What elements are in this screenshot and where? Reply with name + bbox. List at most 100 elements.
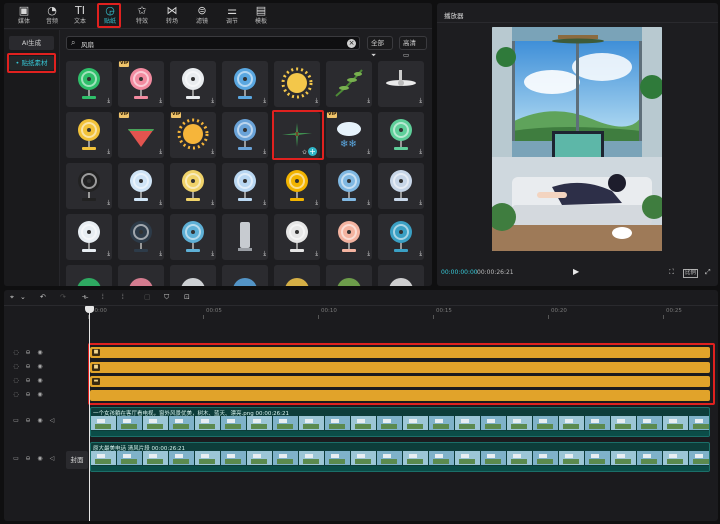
download-icon[interactable]: ⤓ — [419, 97, 422, 105]
eye-icon[interactable]: ◉ — [34, 455, 46, 462]
play-button[interactable]: ▶ — [573, 267, 579, 276]
download-icon[interactable]: ⤓ — [315, 97, 318, 105]
sticker-item-fan-desk[interactable]: ⤓ — [170, 214, 216, 260]
download-icon[interactable]: ⤓ — [367, 199, 370, 207]
download-icon[interactable]: ⤓ — [159, 148, 162, 156]
sticker-item-fan-black[interactable]: ⤓ — [66, 163, 112, 209]
sticker-item-partial-6[interactable] — [326, 265, 372, 286]
sticker-clip-1[interactable]: ■ — [90, 347, 710, 358]
tab-sticker[interactable]: ◶ 贴纸 — [96, 4, 124, 28]
fit-screen-icon[interactable]: ⛶ — [669, 268, 674, 277]
sticker-item-fan-blue[interactable]: ⤓ — [222, 61, 268, 107]
sticker-item-fan-retro[interactable]: ⤓ — [326, 214, 372, 260]
filter-hd-button[interactable]: 高清 ▭ — [399, 36, 427, 59]
video-clip-2[interactable]: 原大最美电话 清风片段 00:00:26:21 — [90, 442, 710, 472]
download-icon[interactable]: ⤓ — [263, 250, 266, 258]
sticker-item-tower-fan[interactable]: ⤓ — [222, 214, 268, 260]
split-left-icon[interactable]: ⦙ — [102, 293, 104, 302]
lock-icon[interactable]: ⊖ — [22, 377, 34, 384]
tab-template[interactable]: ▤ 模板 — [247, 4, 275, 28]
download-icon[interactable]: ⤓ — [211, 250, 214, 258]
sticker-item-fan-tall[interactable]: ⤓ — [378, 214, 424, 260]
ratio-button[interactable]: 比例 — [683, 269, 699, 278]
sticker-item-stars[interactable]: ⤓ — [170, 163, 216, 209]
download-icon[interactable]: ⤓ — [107, 250, 110, 258]
cover-button[interactable]: 封面 — [66, 451, 88, 469]
download-icon[interactable]: ⤓ — [367, 97, 370, 105]
sticker-item-leaves[interactable]: ⤓ — [326, 61, 372, 107]
filter-all-button[interactable]: 全部 ⏷ — [367, 36, 393, 59]
favorite-icon[interactable]: ✩ — [302, 149, 307, 156]
sticker-item-partial-4[interactable] — [222, 265, 268, 286]
track-target-icon[interactable]: ◌ — [10, 349, 22, 356]
eye-icon[interactable]: ◉ — [34, 363, 46, 370]
download-icon[interactable]: ⤓ — [211, 97, 214, 105]
download-icon[interactable]: ⤓ — [419, 250, 422, 258]
sticker-item-snowflake[interactable]: ❄❄ VIP ⤓ — [326, 112, 372, 158]
download-icon[interactable]: ⤓ — [419, 199, 422, 207]
chevron-down-icon[interactable]: ⌄ — [20, 293, 26, 301]
sticker-item-sun[interactable]: VIP ⤓ — [170, 112, 216, 158]
undo-icon[interactable]: ↶ — [40, 293, 46, 301]
lock-icon[interactable]: ⊖ — [22, 417, 34, 424]
sticker-item-fan-yellow[interactable]: ⤓ — [66, 112, 112, 158]
download-icon[interactable]: ⤓ — [107, 199, 110, 207]
download-icon[interactable]: ⤓ — [211, 148, 214, 156]
sticker-item-fan-propeller[interactable]: ⤓ — [274, 214, 320, 260]
sticker-item-fan-green[interactable]: ⤓ — [66, 61, 112, 107]
sticker-item-fan-dark[interactable]: ⤓ — [118, 214, 164, 260]
sticker-item-fan-blue3[interactable]: ⤓ — [326, 163, 372, 209]
sticker-item-fan-stand[interactable]: ⤓ — [66, 214, 112, 260]
sticker-item-fan-light[interactable]: ⤓ — [378, 163, 424, 209]
download-icon[interactable]: ⤓ — [159, 199, 162, 207]
sticker-item-fans-row[interactable]: ⤓ — [222, 163, 268, 209]
download-icon[interactable]: ⤓ — [107, 148, 110, 156]
playhead[interactable] — [89, 307, 90, 521]
eye-icon[interactable]: ◉ — [34, 391, 46, 398]
sticker-item-sun-smile[interactable]: ⤓ — [274, 61, 320, 107]
lock-icon[interactable]: ⊖ — [22, 455, 34, 462]
tab-adjust[interactable]: ⚌ 调节 — [218, 4, 246, 28]
sidebar-item-sticker-material[interactable]: • 贴纸素材 — [9, 56, 54, 70]
download-icon[interactable]: ⤓ — [263, 97, 266, 105]
track-target-icon[interactable]: ◌ — [10, 363, 22, 370]
split-icon[interactable]: ⟛ — [82, 293, 88, 302]
sticker-clip-2[interactable]: ■ — [90, 362, 710, 373]
speaker-icon[interactable]: ◁ — [46, 455, 58, 462]
sticker-item-partial-1[interactable] — [66, 265, 112, 286]
lock-icon[interactable]: ⊖ — [22, 363, 34, 370]
sticker-item-fan-blue2[interactable]: ⤓ — [222, 112, 268, 158]
select-tool-icon[interactable]: ⌖ — [10, 293, 14, 302]
image-icon[interactable]: ⊡ — [184, 293, 190, 301]
download-icon[interactable]: ⤓ — [419, 148, 422, 156]
tab-text[interactable]: TI 文本 — [66, 4, 94, 28]
sticker-item-coconut[interactable]: ⤓ — [378, 112, 424, 158]
search-input[interactable]: ⌕ 风扇 × — [66, 36, 360, 50]
download-icon[interactable]: ⤓ — [263, 199, 266, 207]
shield-icon[interactable]: ⛉ — [164, 293, 169, 302]
sticker-item-propeller[interactable]: ⤓ — [118, 163, 164, 209]
sticker-clip-3[interactable]: ▬ — [90, 376, 710, 387]
download-icon[interactable]: ⤓ — [107, 97, 110, 105]
eye-icon[interactable]: ◉ — [34, 349, 46, 356]
tab-audio[interactable]: ◔ 音频 — [38, 4, 66, 28]
video-preview[interactable] — [492, 27, 662, 251]
sticker-item-fan-white[interactable]: ⤓ — [170, 61, 216, 107]
track-target-icon[interactable]: ◌ — [10, 391, 22, 398]
lock-icon[interactable]: ⊖ — [22, 349, 34, 356]
redo-icon[interactable]: ↷ — [60, 293, 66, 301]
tab-transition[interactable]: ⋈ 转场 — [158, 4, 186, 28]
lock-icon[interactable]: ⊖ — [22, 391, 34, 398]
download-icon[interactable]: ⤓ — [367, 250, 370, 258]
track-target-icon[interactable]: ▭ — [10, 455, 22, 462]
add-to-track-icon[interactable]: + — [308, 147, 317, 156]
eye-icon[interactable]: ◉ — [34, 377, 46, 384]
sticker-item-partial-3[interactable] — [170, 265, 216, 286]
sticker-item-ceiling-fan[interactable]: ⤓ — [378, 61, 424, 107]
download-icon[interactable]: ⤓ — [263, 148, 266, 156]
sticker-item-partial-2[interactable] — [118, 265, 164, 286]
track-target-icon[interactable]: ◌ — [10, 377, 22, 384]
tab-media[interactable]: ▣ 媒体 — [10, 4, 38, 28]
download-icon[interactable]: ⤓ — [367, 148, 370, 156]
speaker-icon[interactable]: ◁ — [46, 417, 58, 424]
